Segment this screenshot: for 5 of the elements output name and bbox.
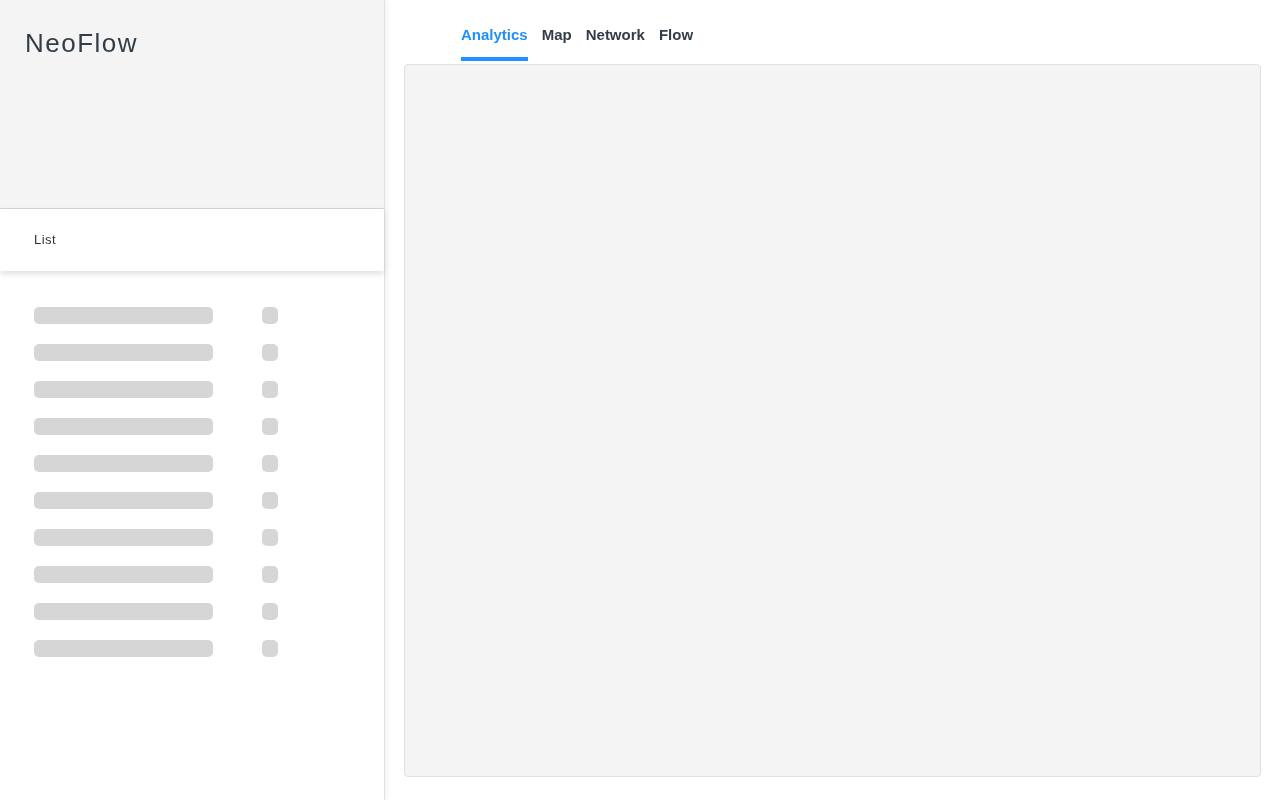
- tab[interactable]: Flow: [658, 24, 694, 61]
- tab[interactable]: Map: [541, 24, 572, 61]
- tab[interactable]: Network: [585, 24, 645, 61]
- brand-title: NeoFlow: [25, 27, 140, 60]
- list-header-label: List: [34, 231, 57, 250]
